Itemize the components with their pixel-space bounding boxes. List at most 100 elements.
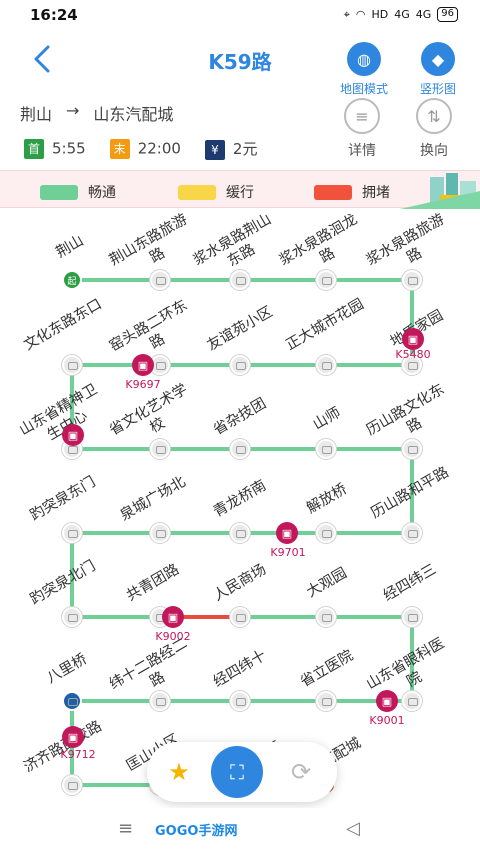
- status-time: 16:24: [30, 6, 78, 24]
- stop-marker[interactable]: [230, 691, 250, 711]
- bus-route-screen: 16:24 ⌖ ◠ HD 4G 4G 96 K59路 ◍ 地图模式 ◆ 竖形图 …: [0, 0, 480, 853]
- stop-marker[interactable]: [316, 270, 336, 290]
- system-nav-bar: ≡ GOGO手游网 ◁: [0, 808, 480, 853]
- vertical-view-label: 竖形图: [419, 82, 456, 96]
- stop-name[interactable]: 济齐路西校路: [20, 717, 107, 778]
- map-mode-label: 地图模式: [339, 82, 388, 96]
- page-title: K59路: [208, 50, 272, 74]
- signal-icon-2: 4G: [415, 8, 432, 21]
- bus-icon[interactable]: ▣: [162, 606, 184, 628]
- legend-smooth-swatch: [40, 184, 78, 200]
- stop-name[interactable]: 荆山: [27, 217, 114, 278]
- legend-slow-label: 缓行: [226, 185, 254, 201]
- fare-icon: ¥: [204, 139, 225, 160]
- stop-name[interactable]: 正大城市花园: [282, 295, 369, 356]
- fare: ¥2元: [204, 138, 258, 160]
- stop-marker[interactable]: [316, 607, 336, 627]
- refresh-icon[interactable]: ⟳: [281, 752, 321, 792]
- bus-icon[interactable]: ▣: [276, 522, 298, 544]
- bus-id: K5480: [395, 348, 431, 361]
- last-bus: 末 22:00: [109, 138, 181, 159]
- stop-name[interactable]: 泉城广场北: [110, 469, 197, 530]
- stop-name[interactable]: 文化东路东口: [20, 295, 107, 356]
- bus-icon[interactable]: ▣: [376, 690, 398, 712]
- city-illustration: [400, 173, 480, 209]
- stop-marker[interactable]: [230, 607, 250, 627]
- bus-id: K9697: [125, 378, 161, 391]
- vertical-view-button[interactable]: ◆ 竖形图: [410, 42, 466, 97]
- stop-name[interactable]: 趵突泉北门: [20, 553, 107, 614]
- stop-name[interactable]: 共青团路: [110, 553, 197, 614]
- battery-icon: 96: [437, 7, 458, 22]
- stop-marker[interactable]: [316, 523, 336, 543]
- bus-icon[interactable]: ▣: [62, 424, 84, 446]
- scan-icon[interactable]: ⛶: [211, 746, 263, 798]
- wifi-icon: ◠: [355, 8, 366, 21]
- bus-icon[interactable]: ▣: [132, 354, 154, 376]
- route-map: 起 荆山 荆山东路旅游路 浆水泉路荆山东路 浆水泉路洄龙路 浆水泉路旅游路 文化…: [0, 208, 480, 808]
- hd-icon: HD: [371, 8, 389, 21]
- stop-name[interactable]: 青龙桥南: [197, 469, 284, 530]
- floating-action-bar: ★ ⛶ ⟳: [147, 742, 337, 802]
- stop-marker[interactable]: [62, 775, 82, 795]
- stop-name[interactable]: 经四纬三: [367, 553, 454, 614]
- first-tag: 首: [24, 138, 44, 159]
- legend-jam: 拥堵: [314, 182, 390, 202]
- stop-marker[interactable]: [402, 523, 422, 543]
- stop-marker[interactable]: [316, 439, 336, 459]
- start-badge: 起: [67, 277, 77, 287]
- stop-marker[interactable]: [62, 355, 82, 375]
- location-icon: ⌖: [343, 7, 350, 21]
- details-button[interactable]: ≡ 详情: [342, 98, 382, 160]
- stop-name[interactable]: 友谊苑小区: [197, 299, 284, 360]
- bus-icon[interactable]: ▣: [62, 726, 84, 748]
- star-icon[interactable]: ★: [159, 752, 199, 792]
- stop-marker[interactable]: [402, 439, 422, 459]
- stop-name[interactable]: 趵突泉东门: [20, 469, 107, 530]
- bus-id: K9712: [60, 748, 96, 761]
- back-nav-icon[interactable]: ◁: [346, 818, 360, 839]
- route-segment: [72, 615, 162, 619]
- stop-marker[interactable]: [230, 439, 250, 459]
- metro-transfer-marker[interactable]: [62, 691, 82, 711]
- stop-name[interactable]: 解放桥: [284, 469, 371, 530]
- traffic-legend: 畅通 缓行 拥堵: [0, 170, 480, 209]
- stop-marker[interactable]: [230, 355, 250, 375]
- stop-marker[interactable]: [230, 523, 250, 543]
- route-arrow: →: [66, 101, 80, 120]
- menu-icon: ≡: [344, 98, 380, 134]
- stop-marker[interactable]: [150, 439, 170, 459]
- route-info: 首 5:55 末 22:00 ¥2元: [24, 138, 257, 160]
- route-to: 山东汽配城: [93, 105, 174, 124]
- stop-marker[interactable]: [62, 523, 82, 543]
- legend-slow-swatch: [178, 184, 216, 200]
- stop-marker[interactable]: [62, 607, 82, 627]
- legend-smooth-label: 畅通: [88, 185, 116, 201]
- stop-marker[interactable]: [150, 270, 170, 290]
- bus-id: K9001: [369, 714, 405, 727]
- stop-name[interactable]: 人民商场: [197, 553, 284, 614]
- stop-name[interactable]: 大观园: [284, 553, 371, 614]
- map-mode-button[interactable]: ◍ 地图模式: [333, 42, 395, 97]
- stop-marker[interactable]: [402, 270, 422, 290]
- stop-marker[interactable]: [150, 523, 170, 543]
- swap-icon: ⇅: [416, 98, 452, 134]
- bus-icon[interactable]: ▣: [402, 328, 424, 350]
- stop-marker[interactable]: [230, 270, 250, 290]
- last-tag: 末: [109, 138, 130, 159]
- direction-icon: ◆: [421, 42, 455, 76]
- watermark-logo: GOGO手游网: [155, 824, 238, 839]
- details-label: 详情: [348, 143, 376, 159]
- stop-name[interactable]: 八里桥: [24, 639, 111, 700]
- legend-slow: 缓行: [178, 182, 254, 202]
- stop-marker[interactable]: [316, 355, 336, 375]
- stop-marker[interactable]: [316, 691, 336, 711]
- stop-marker[interactable]: [150, 691, 170, 711]
- status-icons: ⌖ ◠ HD 4G 4G 96: [344, 7, 458, 22]
- stop-marker-start[interactable]: 起: [62, 270, 82, 290]
- reverse-button[interactable]: ⇅ 换向: [414, 98, 454, 160]
- stop-marker[interactable]: [402, 607, 422, 627]
- fare-value: 2元: [232, 140, 258, 158]
- menu-nav-icon[interactable]: ≡: [118, 818, 133, 839]
- signal-icon: 4G: [394, 8, 410, 21]
